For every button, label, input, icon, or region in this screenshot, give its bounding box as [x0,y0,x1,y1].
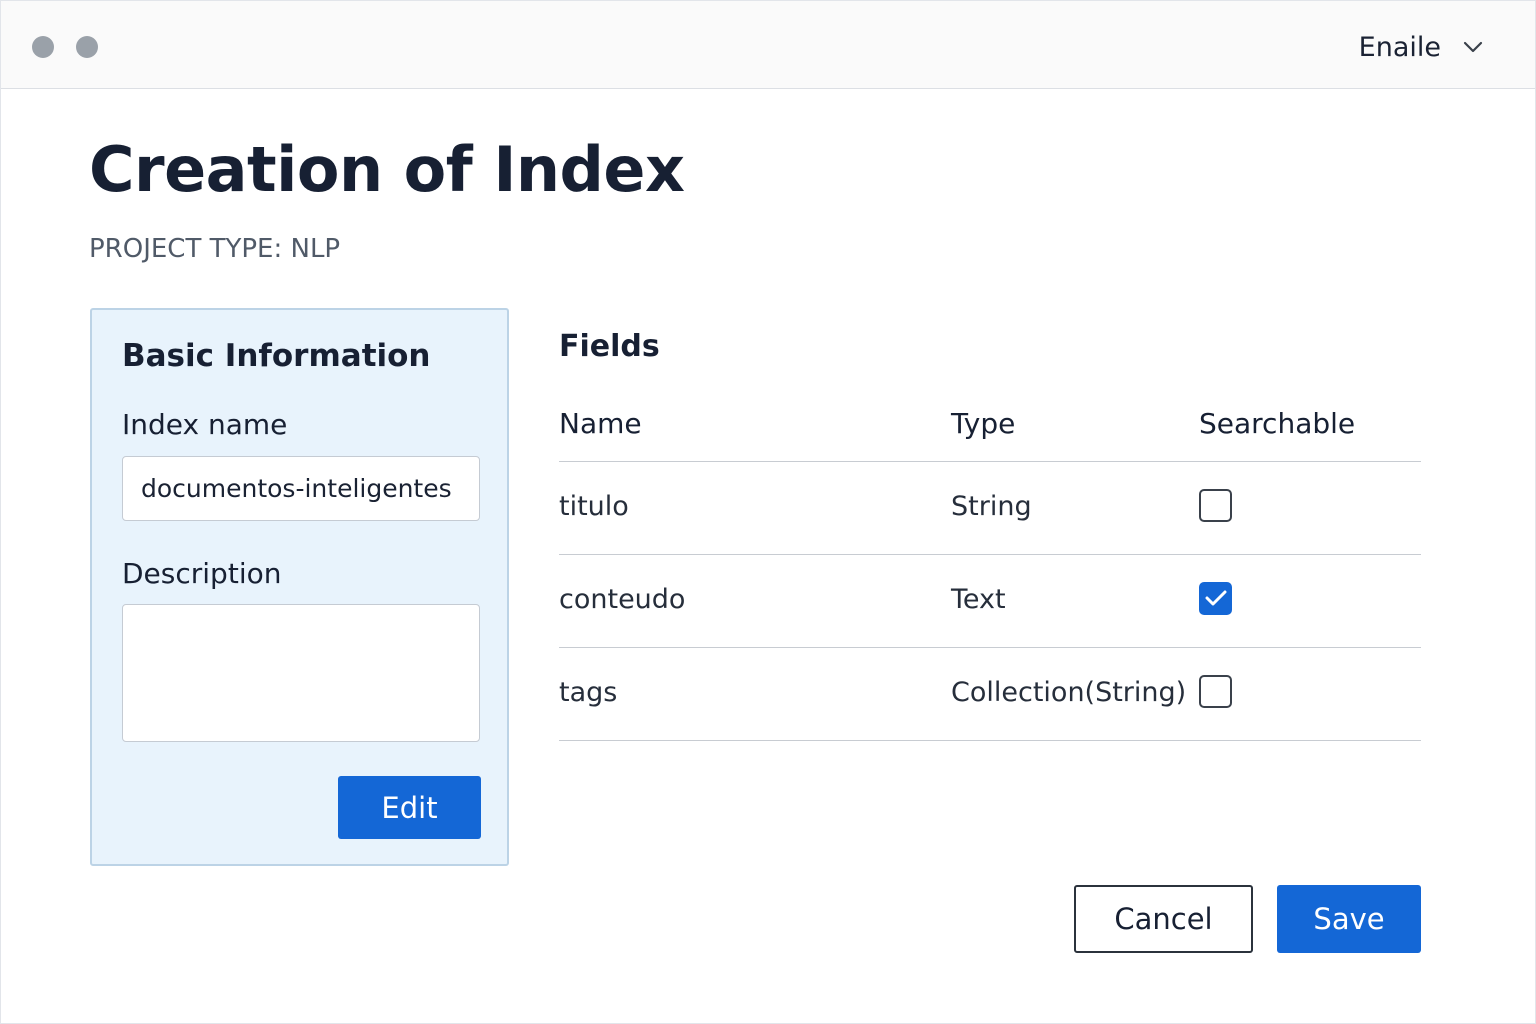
app-window: Enaile Creation of Index PROJECT TYPE: N… [0,0,1536,1024]
field-type: Text [951,584,1006,615]
project-type-label: PROJECT TYPE: NLP [89,234,341,264]
fields-table: Name Type Searchable titulo String conte… [559,387,1421,741]
field-name: tags [559,677,618,708]
page-title: Creation of Index [89,133,685,206]
column-header-type: Type [951,407,1016,440]
field-name: conteudo [559,584,686,615]
checkmark-icon [1205,590,1227,606]
fields-title: Fields [559,329,660,364]
field-name: titulo [559,491,629,522]
table-row: titulo String [559,462,1421,555]
title-bar: Enaile [1,1,1535,89]
description-label: Description [122,557,282,590]
searchable-checkbox[interactable] [1199,675,1232,708]
save-button[interactable]: Save [1277,885,1421,953]
cancel-button[interactable]: Cancel [1074,885,1253,953]
column-header-searchable: Searchable [1199,407,1356,440]
user-menu[interactable]: Enaile [1359,25,1483,69]
window-control-dot[interactable] [76,36,98,58]
table-row: tags Collection(String) [559,648,1421,741]
edit-button[interactable]: Edit [338,776,481,839]
field-type: Collection(String) [951,677,1187,708]
user-name: Enaile [1358,31,1441,63]
index-name-input[interactable] [122,456,480,521]
chevron-down-icon [1463,41,1483,53]
basic-information-card: Basic Information Index name Description… [90,308,509,866]
index-name-label: Index name [122,408,288,441]
table-row: conteudo Text [559,555,1421,648]
searchable-checkbox[interactable] [1199,489,1232,522]
window-control-dot[interactable] [32,36,54,58]
table-header: Name Type Searchable [559,387,1421,462]
description-input[interactable] [122,604,480,742]
searchable-checkbox[interactable] [1199,582,1232,615]
field-type: String [951,491,1032,522]
card-title: Basic Information [122,338,431,374]
column-header-name: Name [559,407,642,440]
